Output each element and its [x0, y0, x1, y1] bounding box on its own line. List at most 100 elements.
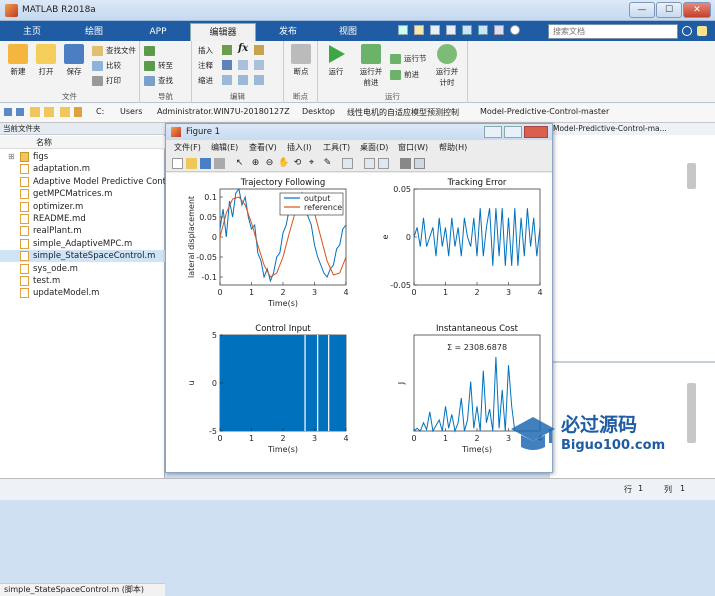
name-column-header[interactable]: 名称: [0, 136, 165, 149]
run-and-time-button[interactable]: 运行并 计时: [430, 44, 464, 88]
open-file-icon[interactable]: [186, 158, 197, 169]
editor-scrollbar[interactable]: [687, 163, 696, 189]
goto-button[interactable]: 转至: [144, 60, 173, 72]
save-figure-icon[interactable]: [200, 158, 211, 169]
help-icon[interactable]: [510, 25, 520, 35]
compare-button[interactable]: 比较: [92, 60, 121, 72]
menu-help[interactable]: 帮助(H): [439, 141, 467, 155]
undo-icon[interactable]: [462, 25, 472, 35]
menu-edit[interactable]: 编辑(E): [211, 141, 238, 155]
tab-publish[interactable]: 发布: [258, 23, 318, 41]
menu-insert[interactable]: 插入(I): [287, 141, 312, 155]
file-list-item[interactable]: README.md: [0, 213, 165, 225]
path-segment-drive[interactable]: C:: [96, 107, 104, 116]
tab-home[interactable]: 主页: [4, 23, 60, 41]
hide-plot-tools-icon[interactable]: [400, 158, 411, 169]
minimize-button[interactable]: —: [629, 2, 655, 18]
tab-plots[interactable]: 绘图: [62, 23, 126, 41]
figure-close-button[interactable]: [524, 126, 548, 138]
search-icon[interactable]: [682, 26, 692, 36]
insert-section-icon[interactable]: [222, 45, 232, 55]
subplot-3[interactable]: Control Input 0 1 2 3 4 -5 0 5 Time(s) u: [166, 319, 358, 469]
file-list-item[interactable]: simple_StateSpaceControl.m: [0, 250, 165, 263]
brush-icon[interactable]: ✎: [322, 158, 333, 169]
file-list-item[interactable]: updateModel.m: [0, 287, 165, 299]
back-forward-buttons[interactable]: [144, 45, 158, 57]
new-figure-icon[interactable]: [172, 158, 183, 169]
switch-windows-icon[interactable]: [494, 25, 504, 35]
advance-button[interactable]: 前进: [390, 69, 419, 81]
menu-window[interactable]: 窗口(W): [398, 141, 428, 155]
paste-icon[interactable]: [446, 25, 456, 35]
up-folder-icon[interactable]: [30, 107, 40, 117]
file-list-item[interactable]: simple_AdaptiveMPC.m: [0, 238, 165, 250]
insert-function-icon[interactable]: fx: [238, 43, 248, 54]
search-documentation-input[interactable]: [548, 24, 678, 39]
show-plot-tools-icon[interactable]: [414, 158, 425, 169]
comment-icon[interactable]: [222, 60, 232, 70]
indent-button[interactable]: 缩进: [198, 75, 213, 87]
zoom-in-icon[interactable]: ⊕: [250, 158, 261, 169]
run-and-advance-button[interactable]: 运行并 前进: [354, 44, 388, 88]
comment-button[interactable]: 注释: [198, 60, 213, 72]
link-plot-icon[interactable]: [342, 158, 353, 169]
subplot-1[interactable]: Trajectory Following 0 1 2 3 4 -0.1 -0.05 0 0.05 0…: [166, 173, 358, 323]
file-list-item[interactable]: getMPCMatrices.m: [0, 188, 165, 200]
tab-apps[interactable]: APP: [128, 23, 188, 41]
edit-plot-icon[interactable]: ↖: [234, 158, 245, 169]
cut-icon[interactable]: [414, 25, 424, 35]
print-figure-icon[interactable]: [214, 158, 225, 169]
rotate-3d-icon[interactable]: ⟲: [292, 158, 303, 169]
recent-folder-icon[interactable]: [60, 107, 70, 117]
find-files-button[interactable]: 查找文件: [92, 45, 136, 57]
path-segment-admin[interactable]: Administrator.WIN7U-20180127Z: [157, 107, 290, 116]
pan-icon[interactable]: ✋: [278, 158, 289, 169]
maximize-button[interactable]: ☐: [656, 2, 682, 18]
figure-window[interactable]: Figure 1 文件(F) 编辑(E) 查看(V) 插入(I) 工具(T) 桌…: [165, 123, 553, 473]
legend[interactable]: outputreference: [279, 192, 344, 216]
uncomment-icon[interactable]: [238, 60, 248, 70]
redo-icon[interactable]: [478, 25, 488, 35]
pane-divider[interactable]: [550, 361, 715, 363]
notification-icon[interactable]: [697, 26, 707, 36]
find-button[interactable]: 查找: [144, 75, 173, 87]
insert-button[interactable]: 插入: [198, 45, 213, 57]
file-list-item[interactable]: Adaptive Model Predictive Control: [0, 176, 165, 188]
wrap-comment-icon[interactable]: [254, 60, 264, 70]
zoom-out-icon[interactable]: ⊖: [264, 158, 275, 169]
figure-maximize-button[interactable]: [504, 126, 522, 138]
menu-file[interactable]: 文件(F): [174, 141, 201, 155]
path-segment-desktop[interactable]: Desktop: [302, 107, 335, 116]
run-section-button[interactable]: 运行节: [390, 53, 427, 65]
insert-colorbar-icon[interactable]: [364, 158, 375, 169]
subplot-2[interactable]: Tracking Error 0 1 2 3 4 -0.05 0 0.05 e: [360, 173, 552, 323]
increase-indent-icon[interactable]: [238, 75, 248, 85]
close-button[interactable]: ✕: [683, 2, 711, 18]
figure-minimize-button[interactable]: [484, 126, 502, 138]
tab-view[interactable]: 视图: [320, 23, 376, 41]
save-icon[interactable]: [398, 25, 408, 35]
file-list-item[interactable]: adaptation.m: [0, 163, 165, 175]
tab-editor[interactable]: 编辑器: [190, 23, 256, 41]
smart-indent-icon[interactable]: [222, 75, 232, 85]
menu-view[interactable]: 查看(V): [249, 141, 277, 155]
file-list-item[interactable]: optimizer.m: [0, 201, 165, 213]
decrease-indent-icon[interactable]: [254, 75, 264, 85]
open-button[interactable]: 打开: [32, 44, 60, 77]
file-list-item[interactable]: figs ⊞: [0, 151, 165, 163]
run-button[interactable]: 运行: [322, 44, 350, 77]
insert-legend-icon[interactable]: [378, 158, 389, 169]
file-list-item[interactable]: sys_ode.m: [0, 263, 165, 275]
data-cursor-icon[interactable]: ⌖: [306, 158, 317, 169]
new-button[interactable]: 新建: [4, 44, 32, 77]
file-list-item[interactable]: realPlant.m: [0, 225, 165, 237]
path-segment-folder[interactable]: 线性电机的自适应模型预测控制: [347, 107, 459, 118]
browse-folder-icon[interactable]: [44, 107, 54, 117]
back-icon[interactable]: [4, 108, 12, 116]
plot-area[interactable]: Trajectory Following 0 1 2 3 4 -0.1 -0.05 0 0.05 0…: [166, 173, 552, 472]
menu-desktop[interactable]: 桌面(D): [360, 141, 388, 155]
path-segment-project[interactable]: Model-Predictive-Control-master: [480, 107, 609, 116]
path-segment-users[interactable]: Users: [120, 107, 142, 116]
breakpoints-button[interactable]: 断点: [287, 44, 315, 77]
copy-icon[interactable]: [430, 25, 440, 35]
